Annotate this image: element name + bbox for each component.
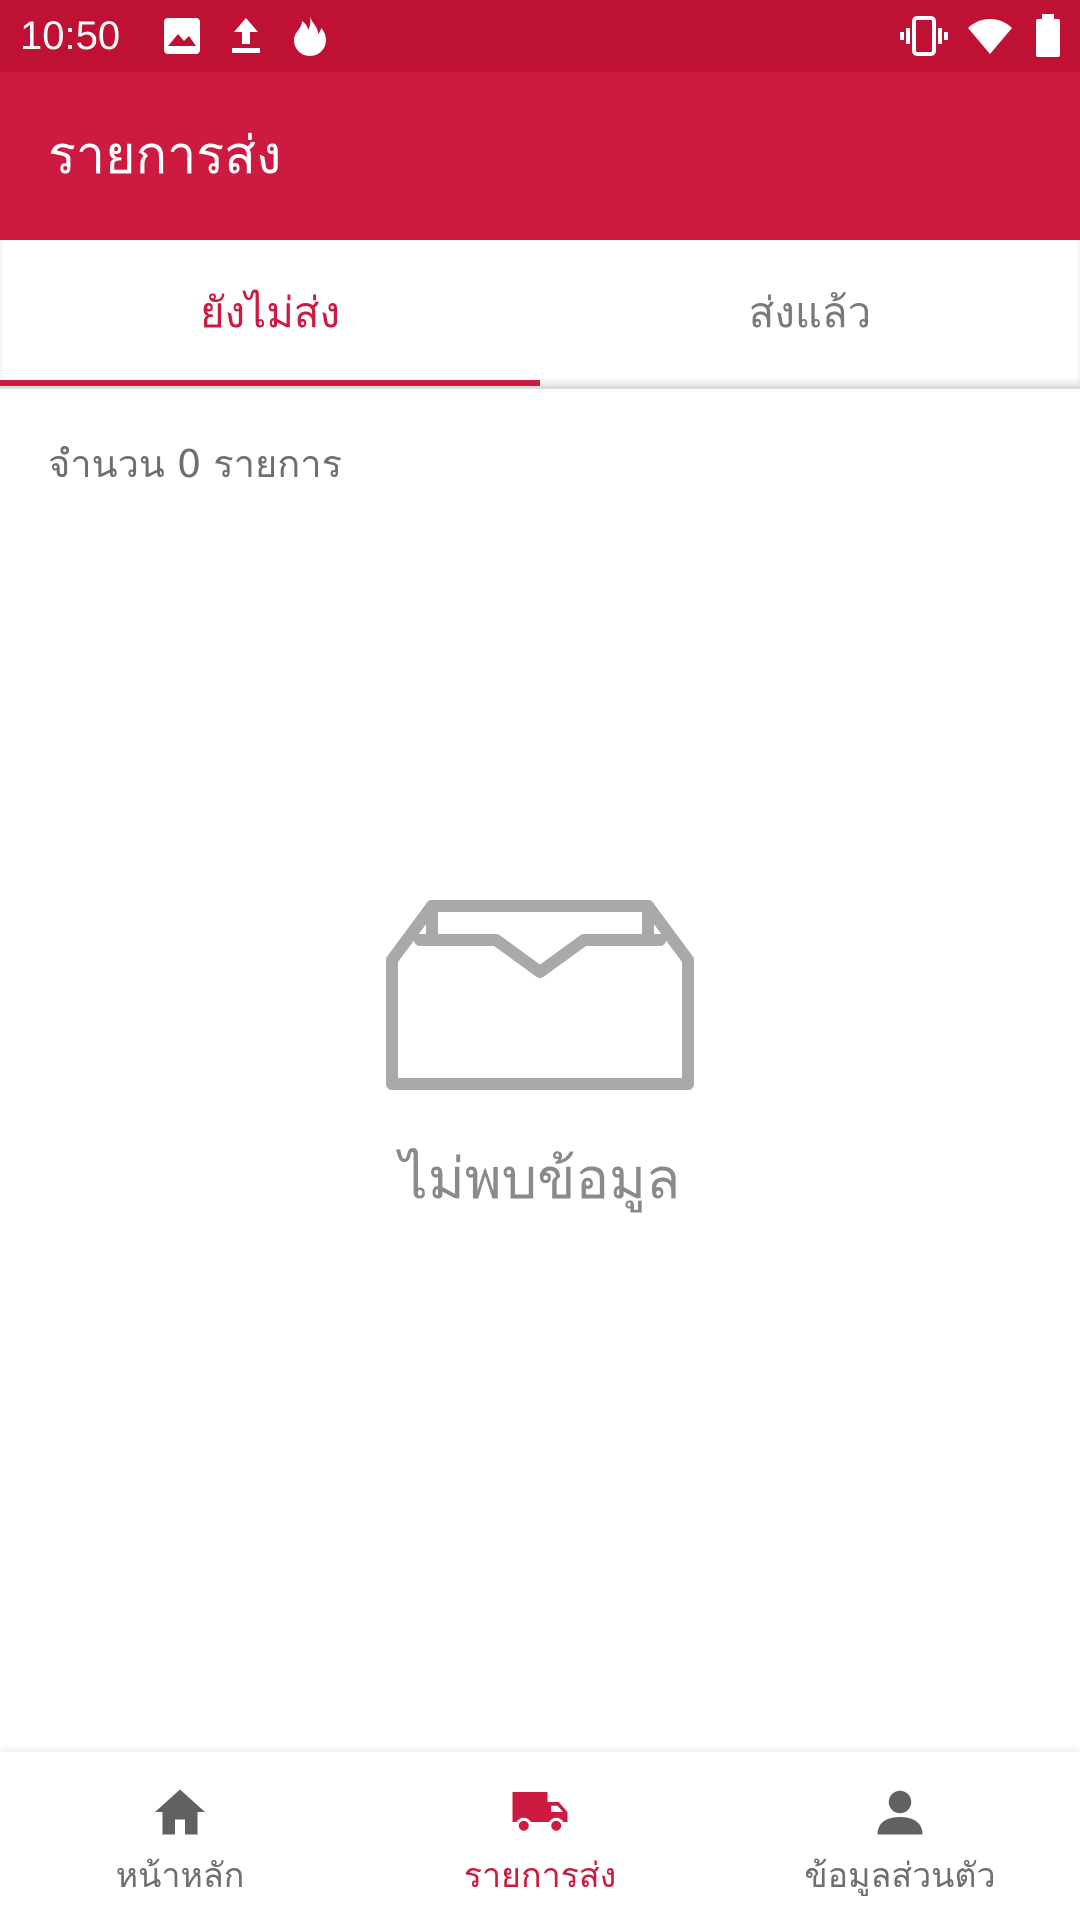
empty-inbox-icon — [386, 900, 694, 1090]
nav-item-profile[interactable]: ข้อมูลส่วนตัว — [720, 1752, 1080, 1920]
tab-not-sent[interactable]: ยังไม่ส่ง — [0, 240, 540, 386]
nav-label-home: หน้าหลัก — [115, 1856, 245, 1896]
person-icon — [877, 1790, 923, 1835]
item-count: จำนวน 0 รายการ — [48, 442, 342, 486]
image-icon — [164, 18, 200, 54]
status-bar: 10:50 — [0, 0, 1080, 72]
active-tab-indicator — [0, 380, 540, 386]
vibrate-icon — [900, 16, 948, 56]
nav-item-home[interactable]: หน้าหลัก — [0, 1752, 360, 1920]
truck-icon — [512, 1792, 568, 1834]
status-time: 10:50 — [20, 14, 121, 58]
upload-icon — [232, 18, 260, 53]
nav-label-deliveries: รายการส่ง — [463, 1856, 617, 1896]
tab-bar: ยังไม่ส่ง ส่งแล้ว — [0, 240, 1080, 389]
home-icon — [155, 1789, 205, 1835]
battery-icon — [1036, 14, 1060, 57]
app-bar: รายการส่ง — [0, 72, 1080, 240]
bottom-navigation: หน้าหลัก รายการส่ง ข้อมูลส่วนตัว — [0, 1752, 1080, 1920]
page-title: รายการส่ง — [48, 126, 282, 186]
flame-icon — [294, 16, 326, 56]
wifi-icon — [968, 19, 1012, 54]
empty-message: ไม่พบข้อมูล — [399, 1147, 681, 1212]
tab-sent[interactable]: ส่งแล้ว — [540, 240, 1080, 386]
nav-item-deliveries[interactable]: รายการส่ง — [360, 1752, 720, 1920]
nav-label-profile: ข้อมูลส่วนตัว — [804, 1856, 996, 1896]
